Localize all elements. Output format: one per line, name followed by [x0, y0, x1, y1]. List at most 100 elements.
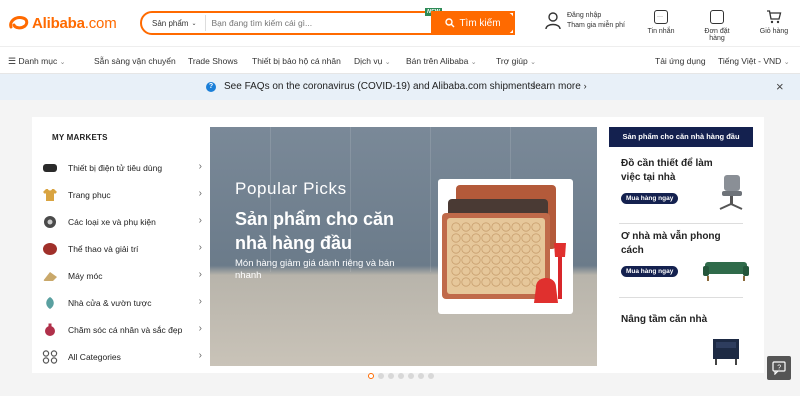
carousel-dot[interactable] [378, 373, 384, 379]
nav-categories[interactable]: ☰ Danh mục ⌄ [8, 56, 65, 67]
chevron-down-icon: ⌄ [470, 59, 477, 66]
market-item[interactable]: Máy móc › [42, 268, 208, 284]
alibaba-logo-icon [9, 16, 29, 30]
market-item-all[interactable]: All Categories › [42, 349, 208, 365]
market-item[interactable]: Thể thao và giải trí › [42, 241, 208, 257]
search-icon [445, 18, 455, 28]
market-item-label: All Categories [68, 352, 121, 362]
feedback-button[interactable]: ? [767, 356, 791, 380]
search-button-label: Tìm kiếm [459, 17, 501, 29]
notice-message[interactable]: See FAQs on the coronavirus (COVID-19) a… [224, 81, 535, 92]
cart-icon [767, 10, 782, 24]
nav-help[interactable]: Trợ giúp ⌄ [496, 56, 536, 66]
orders-icon [710, 10, 724, 24]
featured-card-title: Ơ nhà mà vẫn phong cách [621, 231, 721, 256]
user-icon [545, 12, 561, 30]
hero-product-image[interactable] [438, 179, 573, 314]
feedback-icon: ? [772, 361, 786, 376]
carousel-dot[interactable] [408, 373, 414, 379]
message-icon: ··· [654, 10, 668, 24]
market-item-label: Chăm sóc cá nhân và sắc đẹp [68, 325, 183, 335]
grid-icon [42, 350, 58, 364]
market-item-label: Nhà cửa & vườn tược [68, 298, 152, 308]
market-item-label: Thiết bị điện tử tiêu dùng [68, 163, 163, 173]
main-content: MY MARKETS Thiết bị điện tử tiêu dùng › … [32, 117, 764, 373]
market-item-label: Các loại xe và phụ kiện [68, 217, 156, 227]
chevron-right-icon: › [198, 269, 202, 280]
nav-categories-label: Danh mục [18, 56, 58, 66]
featured-sidebar: Sản phẩm cho căn nhà hàng đầu Đồ cần thi… [609, 127, 753, 366]
orders-button[interactable]: Đơn đặt hàng [697, 10, 737, 42]
hero-kicker: Popular Picks [235, 179, 347, 198]
signin-label[interactable]: Đăng nhập [567, 11, 625, 21]
messages-button[interactable]: ··· Tin nhắn [641, 10, 681, 35]
carousel-pagination [368, 373, 434, 379]
nav-ready-to-ship[interactable]: Sẵn sàng vận chuyển [94, 56, 176, 66]
chevron-right-icon: › [198, 215, 202, 226]
perfume-icon [45, 323, 55, 336]
hero-subtitle: Món hàng giảm giá dành riêng và bán nhan… [235, 258, 395, 281]
search-button[interactable]: Tìm kiếm [431, 11, 515, 35]
my-markets-panel: MY MARKETS Thiết bị điện tử tiêu dùng › … [32, 117, 210, 373]
featured-card-title: Nâng tầm căn nhà [621, 314, 708, 325]
market-item[interactable]: Trang phục › [42, 187, 208, 203]
market-item[interactable]: Chăm sóc cá nhân và sắc đẹp › [42, 322, 208, 338]
nav-trade-shows[interactable]: Trade Shows [188, 56, 238, 66]
learn-more-link[interactable]: learn more › [533, 81, 587, 92]
carousel-dot[interactable] [368, 373, 374, 379]
cabinet-image [713, 339, 739, 365]
hero-carousel-slide[interactable]: Popular Picks Sản phẩm cho căn nhà hàng … [210, 127, 597, 366]
search-category-select[interactable]: Sản phẩm ⌄ [142, 15, 206, 31]
nav-ppe[interactable]: Thiết bị bảo hộ cá nhân [252, 56, 341, 66]
market-item[interactable]: Nhà cửa & vườn tược › [42, 295, 208, 311]
nav-get-app[interactable]: Tải ứng dụng [655, 56, 706, 66]
shop-now-button[interactable]: Mua hàng ngay [621, 266, 679, 277]
alibaba-logo[interactable]: Alibaba.com [8, 12, 117, 34]
sofa-image [703, 262, 749, 281]
nav-services[interactable]: Dịch vụ ⌄ [354, 56, 391, 66]
nav-sell-label: Bán trên Alibaba [406, 56, 469, 66]
chevron-right-icon: › [583, 81, 587, 91]
orders-label: Đơn đặt hàng [704, 28, 730, 42]
learn-more-label: learn more [533, 81, 581, 92]
language-label: Tiếng Việt - VND [718, 56, 782, 66]
cart-label: Giỏ hàng [759, 28, 789, 35]
language-currency-select[interactable]: Tiếng Việt - VND ⌄ [718, 56, 790, 66]
menu-icon: ☰ [8, 56, 17, 66]
chevron-down-icon: ⌄ [191, 20, 197, 27]
vr-headset-icon [43, 164, 57, 172]
search-category-label: Sản phẩm [152, 18, 189, 28]
featured-header[interactable]: Sản phẩm cho căn nhà hàng đầu [609, 127, 753, 147]
top-header: Alibaba.com Sản phẩm ⌄ NEW Tìm kiếm Đăng… [0, 0, 800, 46]
carousel-dot[interactable] [428, 373, 434, 379]
nav-sell-on-alibaba[interactable]: Bán trên Alibaba ⌄ [406, 56, 477, 66]
cart-button[interactable]: Giỏ hàng [754, 10, 794, 35]
logo-text: Alibaba [32, 14, 85, 32]
my-markets-title: MY MARKETS [52, 133, 108, 142]
market-item[interactable]: Thiết bị điện tử tiêu dùng › [42, 160, 208, 176]
market-item-label: Trang phục [68, 190, 111, 200]
nav-services-label: Dịch vụ [354, 56, 383, 66]
market-item-label: Máy móc [68, 271, 103, 281]
chevron-down-icon: ⌄ [783, 59, 790, 66]
carousel-dot[interactable] [418, 373, 424, 379]
carousel-dot[interactable] [388, 373, 394, 379]
join-free-label[interactable]: Tham gia miễn phí [567, 21, 625, 31]
chevron-right-icon: › [198, 161, 202, 172]
office-chair-image [719, 175, 743, 210]
featured-card[interactable]: Ơ nhà mà vẫn phong cách Mua hàng ngay [609, 224, 753, 298]
featured-card[interactable]: Đồ cần thiết để làm việc tại nhà Mua hàn… [609, 147, 753, 224]
carousel-dot[interactable] [398, 373, 404, 379]
market-item-label: Thể thao và giải trí [68, 244, 139, 254]
shop-now-button[interactable]: Mua hàng ngay [621, 193, 679, 204]
featured-card[interactable]: Nâng tầm căn nhà [609, 299, 753, 366]
baking-mat-image [442, 185, 566, 303]
plant-icon [46, 297, 54, 309]
help-icon: ? [206, 82, 216, 92]
market-item[interactable]: Các loại xe và phụ kiện › [42, 214, 208, 230]
chevron-right-icon: › [198, 296, 202, 307]
account-signin[interactable]: Đăng nhập Tham gia miễn phí [545, 11, 625, 31]
close-icon[interactable]: × [776, 79, 784, 94]
chevron-right-icon: › [198, 188, 202, 199]
chevron-right-icon: › [198, 242, 202, 253]
